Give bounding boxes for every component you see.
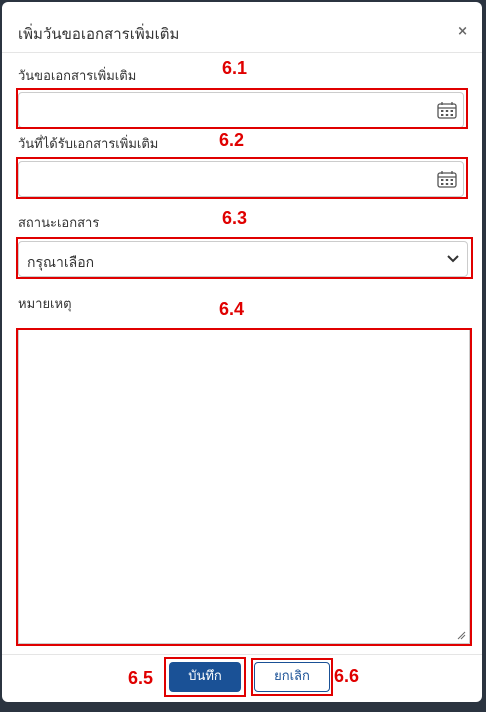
request-date-label: วันขอเอกสารเพิ่มเติม — [18, 69, 137, 84]
close-icon[interactable]: × — [457, 24, 468, 39]
highlight-box-6-5 — [164, 657, 246, 697]
annotation-6-1: 6.1 — [222, 58, 248, 78]
annotation-6-3: 6.3 — [222, 208, 248, 228]
highlight-box-6-1 — [16, 88, 468, 129]
highlight-box-6-2 — [16, 157, 468, 199]
header-divider — [2, 52, 482, 53]
modal-dialog: เพิ่มวันขอเอกสารเพิ่มเติม × วันขอเอกสารเ… — [2, 2, 482, 702]
highlight-box-6-6 — [251, 658, 333, 696]
footer-divider — [2, 654, 482, 655]
status-label: สถานะเอกสาร — [18, 216, 100, 231]
annotation-6-6: 6.6 — [334, 666, 360, 686]
highlight-box-6-3 — [16, 237, 473, 279]
received-date-label: วันที่ได้รับเอกสารเพิ่มเติม — [18, 137, 159, 152]
remark-label: หมายเหตุ — [18, 297, 72, 312]
annotation-6-4: 6.4 — [219, 299, 245, 319]
annotation-6-2: 6.2 — [219, 130, 245, 150]
modal-title: เพิ่มวันขอเอกสารเพิ่มเติม — [18, 25, 180, 43]
annotation-6-5: 6.5 — [128, 668, 154, 688]
highlight-box-6-4 — [16, 328, 472, 646]
